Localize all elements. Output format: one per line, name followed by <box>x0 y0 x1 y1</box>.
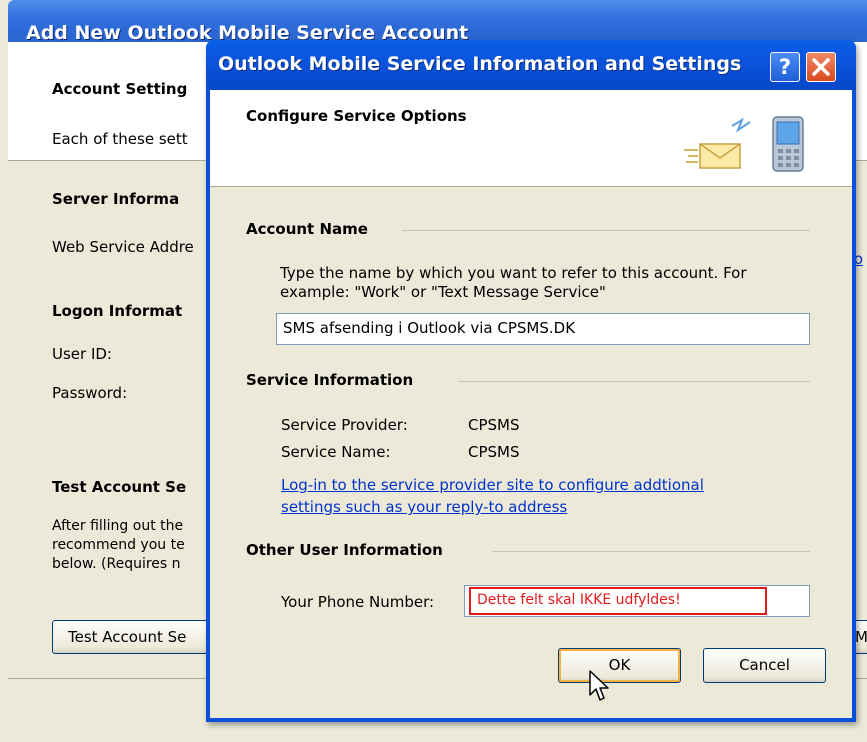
help-icon[interactable]: ? <box>770 52 800 82</box>
section-divider <box>492 551 810 552</box>
account-name-desc-2: example: "Work" or "Text Message Service… <box>280 283 606 301</box>
dialog-right-border <box>852 90 856 722</box>
provider-site-link[interactable]: Log-in to the service provider site to c… <box>281 474 704 518</box>
provider-site-link-line-1[interactable]: Log-in to the service provider site to c… <box>281 474 704 496</box>
service-provider-value: CPSMS <box>468 416 520 434</box>
bg-user-id-label: User ID: <box>52 345 112 363</box>
other-user-section-title: Other User Information <box>246 541 443 559</box>
envelope-icon <box>680 117 760 182</box>
dialog-left-border <box>206 90 210 722</box>
bg-test-desc-1: After filling out the <box>52 518 184 534</box>
close-x-glyph <box>812 58 830 76</box>
service-name-value: CPSMS <box>468 443 520 461</box>
phone-annotation-note: Dette felt skal IKKE udfyldes! <box>469 587 767 615</box>
bg-header-desc: Each of these sett <box>52 130 188 148</box>
section-divider <box>458 381 810 382</box>
provider-site-link-line-2[interactable]: settings such as your reply-to address <box>281 496 704 518</box>
bg-test-section: Test Account Se <box>52 478 187 496</box>
dialog-title: Outlook Mobile Service Information and S… <box>218 53 742 75</box>
bg-header-title: Account Setting <box>52 80 188 98</box>
close-icon[interactable] <box>806 52 836 82</box>
bg-test-desc-2: recommend you te <box>52 537 185 553</box>
bg-password-label: Password: <box>52 384 128 402</box>
bg-logon-section: Logon Informat <box>52 302 183 320</box>
bg-web-service-label: Web Service Addre <box>52 238 194 256</box>
ok-button[interactable]: OK <box>558 648 681 683</box>
service-provider-label: Service Provider: <box>281 416 408 434</box>
test-account-settings-button[interactable]: Test Account Se <box>52 620 217 654</box>
bg-server-section: Server Informa <box>52 190 180 208</box>
phone-number-label: Your Phone Number: <box>281 593 435 611</box>
service-name-label: Service Name: <box>281 443 391 461</box>
service-info-section-title: Service Information <box>246 371 414 389</box>
section-divider <box>402 230 810 231</box>
account-name-desc-1: Type the name by which you want to refer… <box>280 264 747 282</box>
mobile-phone-icon <box>767 115 811 179</box>
dialog-bottom-border <box>206 718 856 722</box>
mouse-cursor-icon <box>589 670 611 708</box>
dialog-header-title: Configure Service Options <box>246 107 467 125</box>
account-name-section-title: Account Name <box>246 220 368 238</box>
bg-test-desc-3: below. (Requires n <box>52 556 181 572</box>
cancel-button[interactable]: Cancel <box>703 648 826 683</box>
account-name-input[interactable]: SMS afsending i Outlook via CPSMS.DK <box>276 313 810 345</box>
